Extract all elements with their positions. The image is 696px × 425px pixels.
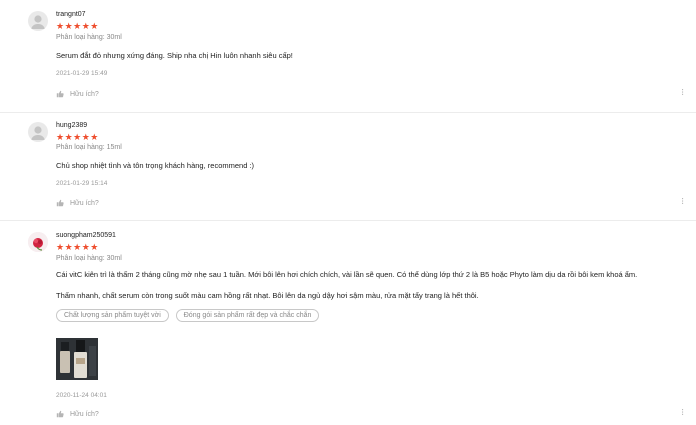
thumbs-up-icon	[56, 90, 64, 98]
thumbs-up-icon	[56, 199, 64, 207]
product-variant: Phân loại hàng: 30ml	[56, 34, 122, 41]
review-content: Chủ shop nhiệt tình và tôn trọng khách h…	[56, 161, 255, 170]
review-tag[interactable]: Chất lượng sản phẩm tuyệt vời	[56, 309, 169, 322]
more-options-icon[interactable]: ···	[677, 88, 688, 95]
helpful-button[interactable]: Hữu ích?	[56, 410, 99, 418]
more-options-icon[interactable]: ···	[677, 197, 688, 204]
review-username[interactable]: trangnt07	[56, 11, 86, 18]
rating-stars: ★★★★★	[56, 242, 99, 252]
review-photo-thumbnail[interactable]	[56, 338, 98, 380]
thumbs-up-icon	[56, 410, 64, 418]
review-item: trangnt07 ★★★★★ Phân loại hàng: 30ml Ser…	[0, 0, 696, 113]
rating-stars: ★★★★★	[56, 21, 99, 31]
user-avatar-icon[interactable]	[28, 122, 48, 142]
review-timestamp: 2021-01-29 15:14	[56, 180, 108, 187]
review-content: Serum đắt đỏ nhưng xứng đáng. Ship nha c…	[56, 51, 293, 60]
helpful-button[interactable]: Hữu ích?	[56, 199, 99, 207]
review-item: hung2389 ★★★★★ Phân loại hàng: 15ml Chủ …	[0, 112, 696, 221]
helpful-label: Hữu ích?	[70, 410, 99, 418]
helpful-label: Hữu ích?	[70, 90, 99, 98]
review-item: suongpham250591 ★★★★★ Phân loại hàng: 30…	[0, 220, 696, 425]
product-variant: Phân loại hàng: 15ml	[56, 144, 122, 151]
review-tags: Chất lượng sản phẩm tuyệt vời Đóng gói s…	[56, 309, 320, 322]
review-content-paragraph-1: Cái vitC kiên trì là thấm 2 tháng cũng m…	[56, 270, 638, 279]
review-tag[interactable]: Đóng gói sản phẩm rất đẹp và chắc chắn	[175, 309, 320, 322]
review-username[interactable]: hung2389	[56, 122, 87, 129]
helpful-label: Hữu ích?	[70, 199, 99, 207]
review-content-paragraph-2: Thấm nhanh, chất serum còn trong suốt mà…	[56, 291, 479, 300]
review-timestamp: 2020-11-24 04:01	[56, 392, 107, 399]
review-username[interactable]: suongpham250591	[56, 232, 116, 239]
product-variant: Phân loại hàng: 30ml	[56, 255, 122, 262]
review-timestamp: 2021-01-29 15:49	[56, 70, 108, 77]
more-options-icon[interactable]: ···	[677, 408, 688, 415]
user-avatar-icon[interactable]	[28, 11, 48, 31]
user-avatar-icon[interactable]	[28, 232, 48, 252]
helpful-button[interactable]: Hữu ích?	[56, 90, 99, 98]
rating-stars: ★★★★★	[56, 132, 99, 142]
